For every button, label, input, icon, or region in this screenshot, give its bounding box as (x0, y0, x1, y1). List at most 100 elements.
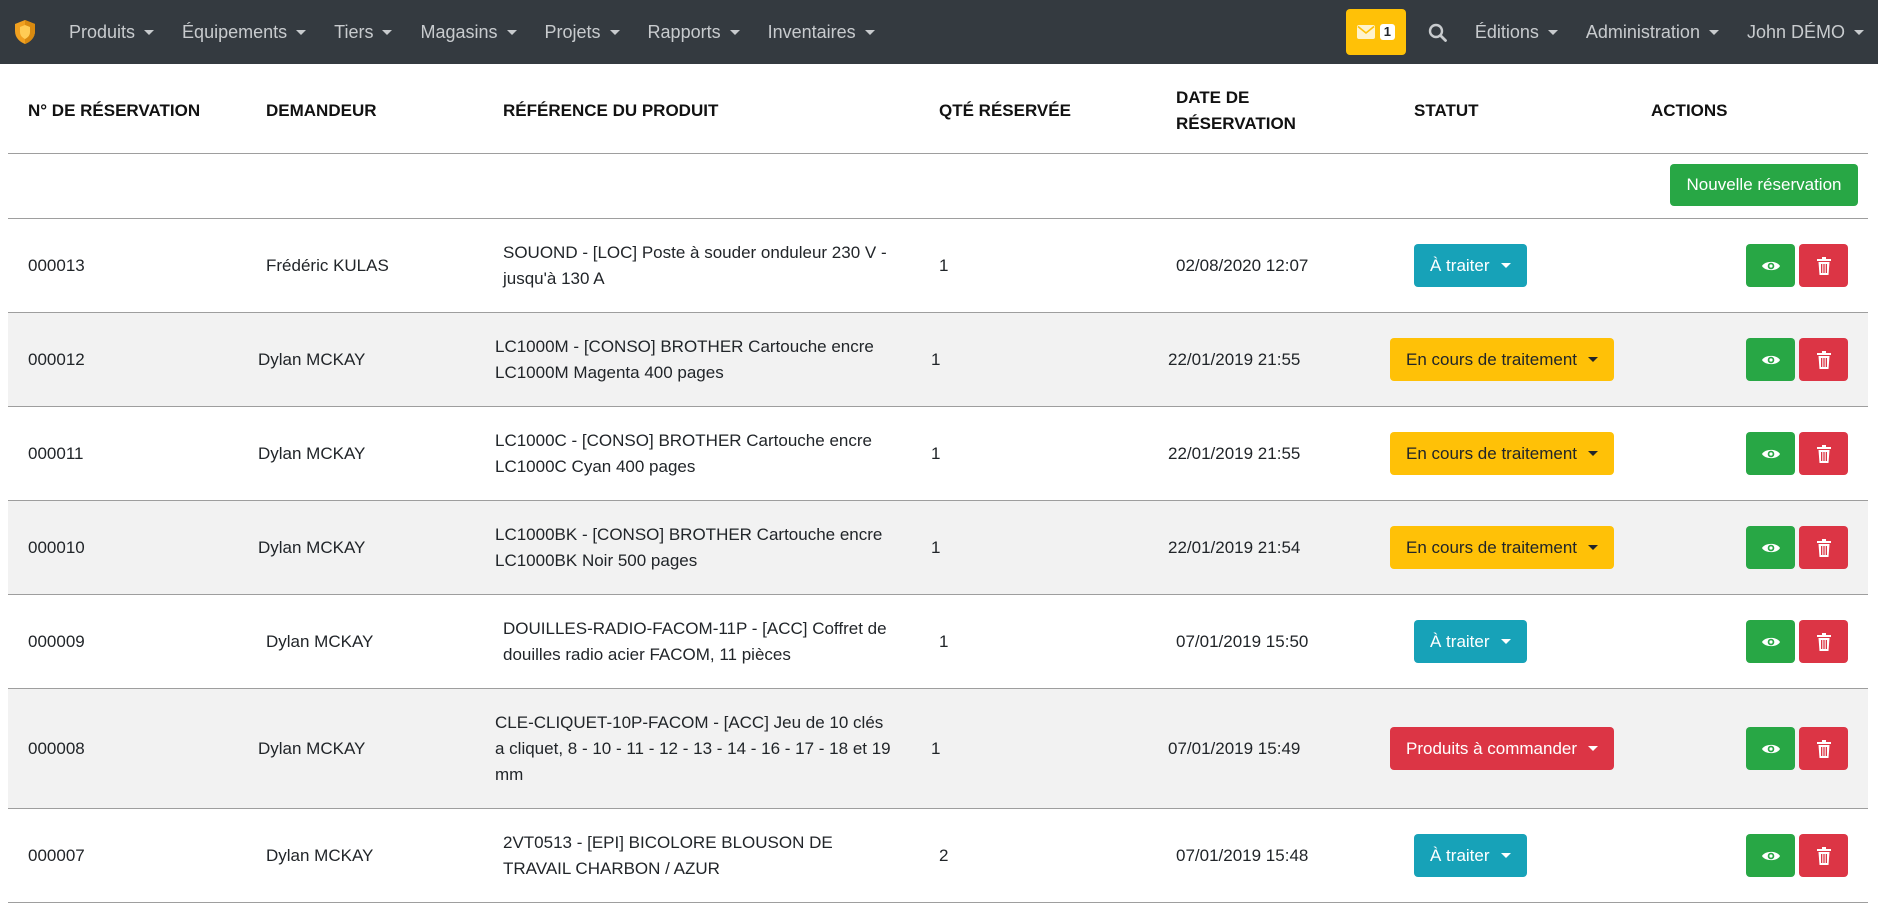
chevron-down-icon (382, 29, 393, 35)
delete-button[interactable] (1799, 526, 1848, 569)
table-row: 000007 Dylan MCKAY 2VT0513 - [EPI] BICOLOR… (8, 809, 1868, 903)
cell-quantity: 1 (931, 738, 941, 758)
chevron-down-icon (729, 29, 740, 35)
delete-button[interactable] (1799, 432, 1848, 475)
status-dropdown-button[interactable]: À traiter (1414, 620, 1527, 663)
chevron-down-icon (1708, 29, 1719, 35)
messages-count-badge: 1 (1379, 24, 1395, 40)
chevron-down-icon (1854, 29, 1864, 35)
status-dropdown-button[interactable]: En cours de traitement (1390, 338, 1615, 381)
row-actions (1746, 595, 1848, 688)
trash-icon (1816, 739, 1831, 758)
cell-quantity: 1 (931, 349, 941, 369)
status-dropdown-button[interactable]: Produits à commander (1390, 727, 1615, 770)
eye-icon (1761, 261, 1780, 270)
header-actions: Actions (1651, 101, 1728, 120)
cell-quantity: 2 (939, 845, 949, 865)
cell-reservation-number: 000011 (28, 443, 84, 463)
cell-demandeur: Dylan MCKAY (266, 631, 374, 651)
cell-product-reference: 2VT0513 - [EPI] BICOLORE BLOUSON DE TRAV… (503, 832, 833, 878)
cell-reservation-date: 02/08/2020 12:07 (1176, 255, 1309, 275)
search-icon[interactable] (1428, 23, 1447, 42)
cell-demandeur: Dylan MCKAY (258, 738, 366, 758)
status-dropdown-button[interactable]: À traiter (1414, 244, 1527, 287)
delete-button[interactable] (1799, 244, 1848, 287)
status-label: Produits à commander (1406, 738, 1578, 758)
view-button[interactable] (1746, 620, 1795, 663)
delete-button[interactable] (1799, 727, 1848, 770)
cell-status: En cours de traitement (1390, 407, 1615, 500)
trash-icon (1816, 632, 1831, 651)
table-row: 000008 Dylan MCKAY CLE-CLIQUET-10P-FACOM -… (8, 689, 1868, 809)
nav-menu-item[interactable]: Rapports (648, 22, 740, 43)
chevron-down-icon (506, 29, 517, 35)
eye-icon (1761, 744, 1780, 753)
view-button[interactable] (1746, 834, 1795, 877)
row-actions (1746, 809, 1848, 902)
status-dropdown-button[interactable]: En cours de traitement (1390, 432, 1615, 475)
cell-reservation-number: 000007 (28, 845, 85, 865)
nav-menu-item[interactable]: Tiers (334, 21, 393, 43)
table-row: 000013 Frédéric KULAS SOUOND - [LOC] Poste… (8, 219, 1868, 313)
chevron-down-icon (1588, 746, 1599, 751)
chevron-down-icon (144, 29, 155, 35)
view-button[interactable] (1746, 432, 1795, 475)
table-toolbar: Nouvelle réservation (8, 154, 1868, 219)
header-status[interactable]: Statut (1414, 69, 1614, 153)
status-label: En cours de traitement (1406, 349, 1578, 369)
header-reservation-number[interactable]: N° de réservation (28, 69, 258, 153)
cell-product-reference: LC1000C - [CONSO] BROTHER Cartouche encr… (495, 430, 872, 476)
delete-button[interactable] (1799, 338, 1848, 381)
cell-demandeur: Dylan MCKAY (258, 443, 366, 463)
chevron-down-icon (1588, 545, 1599, 550)
nav-menu-item[interactable]: Équipements (182, 21, 307, 43)
header-product-reference[interactable]: Référence du produit (503, 69, 863, 153)
nav-menu-item[interactable]: Magasins (420, 22, 517, 43)
chevron-down-icon (1500, 853, 1511, 858)
cell-quantity: 1 (931, 537, 941, 557)
nav-menu-item-label: Tiers (334, 21, 374, 42)
header-demandeur[interactable]: Demandeur (266, 69, 466, 153)
nav-menu-item-label: Équipements (182, 21, 288, 42)
view-button[interactable] (1746, 526, 1795, 569)
cell-reservation-number: 000010 (28, 537, 85, 557)
trash-icon (1816, 350, 1831, 369)
trash-icon (1816, 444, 1831, 463)
menu-administration[interactable]: Administration (1586, 22, 1719, 43)
cell-demandeur: Dylan MCKAY (258, 349, 366, 369)
view-button[interactable] (1746, 727, 1795, 770)
delete-button[interactable] (1799, 834, 1848, 877)
view-button[interactable] (1746, 338, 1795, 381)
nav-menu-item-label: Inventaires (767, 21, 856, 42)
status-label: À traiter (1430, 255, 1490, 275)
nav-menu-item[interactable]: Projets (545, 22, 620, 43)
cell-status: En cours de traitement (1390, 313, 1615, 406)
cell-product-reference: DOUILLES-RADIO-FACOM-11P - [ACC] Coffret… (503, 618, 887, 664)
top-navbar: Produits Équipements Tiers Magasins Projets R… (0, 0, 1878, 64)
trash-icon (1816, 538, 1831, 557)
app-logo-shield-icon[interactable] (14, 18, 40, 46)
status-dropdown-button[interactable]: À traiter (1414, 834, 1527, 877)
row-actions (1746, 501, 1848, 594)
row-actions (1746, 219, 1848, 312)
cell-reservation-date: 07/01/2019 15:49 (1168, 738, 1301, 758)
header-quantity[interactable]: Qté réservée (939, 69, 1139, 153)
table-row: 000012 Dylan MCKAY LC1000M - [CONSO] BROTH… (8, 313, 1868, 407)
nav-menu-item[interactable]: Inventaires (768, 22, 875, 43)
status-label: En cours de traitement (1406, 537, 1578, 557)
view-button[interactable] (1746, 244, 1795, 287)
header-reservation-date[interactable]: Date de réservation (1176, 69, 1326, 153)
user-menu[interactable]: John DÉMO (1747, 22, 1864, 43)
row-actions (1746, 313, 1848, 406)
cell-reservation-number: 000012 (28, 349, 85, 369)
chevron-down-icon (864, 29, 875, 35)
cell-product-reference: CLE-CLIQUET-10P-FACOM - [ACC] Jeu de 10 … (495, 712, 891, 784)
new-reservation-button[interactable]: Nouvelle réservation (1670, 164, 1858, 206)
cell-status: À traiter (1414, 809, 1527, 902)
delete-button[interactable] (1799, 620, 1848, 663)
status-dropdown-button[interactable]: En cours de traitement (1390, 526, 1615, 569)
messages-button[interactable]: 1 (1345, 9, 1406, 55)
nav-menu-item[interactable]: Produits (69, 22, 155, 43)
cell-reservation-number: 000008 (28, 738, 85, 758)
menu-editions[interactable]: Éditions (1475, 22, 1558, 43)
